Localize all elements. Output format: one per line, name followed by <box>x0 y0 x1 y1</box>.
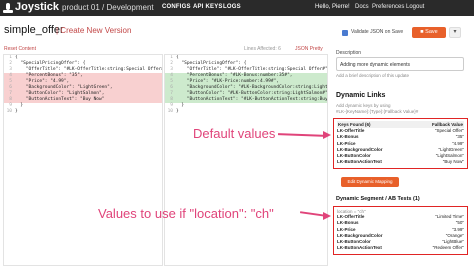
code-text: "OfferTitle": "#LK-OfferTitle:string:Spe… <box>176 67 328 72</box>
key-name: LK-ButtonActionText <box>337 159 382 165</box>
description-input[interactable]: Adding more dynamic elements <box>336 57 464 71</box>
default-values-table: Keys Found (6) Fallback Value LK-OfferTi… <box>333 118 468 169</box>
code-text: { <box>15 55 18 60</box>
nav-logs[interactable]: LOGS <box>223 4 241 10</box>
annotation-arrow-icon <box>323 212 331 220</box>
key-value: "Buy Now" <box>442 159 464 165</box>
user-greeting: Hello, Pierre! <box>315 4 350 10</box>
nav-configs[interactable]: CONFIGS <box>162 4 191 10</box>
modified-json-lines: 1{2 "SpecialPricingOffer": {3 "OfferTitl… <box>165 55 327 115</box>
original-json-lines: 1{2 "SpecialPricingOffer": {3 "OfferTitl… <box>4 55 162 115</box>
keys-found-header: Keys Found (6) <box>338 122 371 127</box>
code-text: } <box>176 103 185 108</box>
code-text: "ButtonActionText": "Buy Now" <box>15 97 105 102</box>
joystick-logo-icon <box>3 3 13 13</box>
annotation-location-values: Values to use if "location": "ch" <box>98 206 274 221</box>
project-breadcrumb[interactable]: product 01 / Development <box>62 3 154 12</box>
menu-preferences[interactable]: Preferences <box>372 4 404 10</box>
dynamic-links-hint: Add dynamic keys by using <box>336 103 391 108</box>
code-text: } <box>15 109 18 114</box>
code-text: "ButtonActionText": "#LK-ButtonActionTex… <box>176 97 328 102</box>
code-text: "SpecialPricingOffer": { <box>15 61 86 66</box>
code-text: "PercentBonus": "#LK-Bonus:number:35#", <box>176 73 293 78</box>
create-new-version-link[interactable]: | Create New Version <box>56 26 131 35</box>
validate-json-checkbox[interactable] <box>342 30 348 36</box>
line-number: 10 <box>6 109 12 114</box>
code-text: } <box>15 103 24 108</box>
top-navigation-bar: Joystick product 01 / Development CONFIG… <box>0 0 474 16</box>
code-text: { <box>176 55 179 60</box>
code-text: "BackgroundColor": "#LK-BackgroundColor:… <box>186 85 328 90</box>
code-text: "ButtonColor": "LightSalmon", <box>15 91 105 96</box>
line-number: 10 <box>167 109 173 114</box>
description-hint: Add a brief description of this update <box>336 73 410 78</box>
validate-json-label: Validate JSON on Save <box>351 29 404 35</box>
menu-docs[interactable]: Docs <box>355 4 369 10</box>
json-pretty-link[interactable]: JSON Pretty <box>295 46 323 52</box>
nav-api-keys[interactable]: API KEYS <box>193 4 223 10</box>
dynamic-links-title: Dynamic Links <box>336 92 386 99</box>
code-text: "ButtonColor": "#LK-ButtonColor:string:L… <box>176 91 328 96</box>
table-header: Keys Found (6) Fallback Value <box>337 121 464 128</box>
default-values-rows: LK-OfferTitle "Special Offer" LK-Bonus "35"… <box>337 128 464 166</box>
code-line: 10} <box>165 109 327 115</box>
dynamic-segment-title: Dynamic Segment / AB Tests (1) <box>336 196 420 202</box>
original-json-editor[interactable]: 1{2 "SpecialPricingOffer": {3 "OfferTitl… <box>3 54 163 266</box>
brand-name[interactable]: Joystick <box>15 1 59 13</box>
code-text: "Price": "#LK-Price:number:4.99#", <box>176 79 279 84</box>
modified-json-editor[interactable]: 1{2 "SpecialPricingOffer": {3 "OfferTitl… <box>164 54 328 266</box>
save-options-dropdown[interactable]: ▾ <box>449 27 461 38</box>
table-row: LK-ButtonActionText "Redeem Offer" <box>337 245 464 251</box>
code-text: "BackgroundColor": "LightGreen", <box>15 85 113 90</box>
segment-values-rows: LK-OfferTitle "Limited Time" LK-Bonus "50" L… <box>337 214 464 252</box>
description-value: Adding more dynamic elements <box>340 62 411 68</box>
fallback-value-header: Fallback Value <box>431 122 463 127</box>
key-value: "Redeem Offer" <box>432 245 464 251</box>
annotation-arrow-icon <box>323 131 331 139</box>
code-text: "Price": "4.99", <box>15 79 70 84</box>
lines-affected-count: Lines Affected: 6 <box>244 46 281 52</box>
config-name-title: simple_offer <box>4 24 64 36</box>
edit-dynamic-mapping-button[interactable]: Edit Dynamic Mapping <box>341 177 399 187</box>
segment-values-table: location = "ch" LK-OfferTitle "Limited Ti… <box>333 206 468 255</box>
save-button[interactable]: ■ Save <box>412 27 446 38</box>
annotation-default-values: Default values <box>193 126 276 141</box>
code-text: "SpecialPricingOffer": { <box>176 61 247 66</box>
chevron-down-icon: ▾ <box>453 29 457 35</box>
reset-content-link[interactable]: Reset Content <box>4 46 36 52</box>
code-line: 10} <box>4 109 162 115</box>
description-label: Description <box>336 50 362 56</box>
dynamic-links-syntax: #LK-{KeyName}:{Type}:{Fallback Value}# <box>336 109 419 114</box>
key-name: LK-ButtonActionText <box>337 245 382 251</box>
code-text: } <box>176 109 179 114</box>
table-row: LK-ButtonActionText "Buy Now" <box>337 159 464 165</box>
code-text: "OfferTitle": "#LK-OfferTitle:string:Spe… <box>15 67 163 72</box>
save-button-label: Save <box>425 29 438 35</box>
menu-logout[interactable]: Logout <box>406 4 424 10</box>
code-text: "PercentBonus": "35", <box>15 73 83 78</box>
